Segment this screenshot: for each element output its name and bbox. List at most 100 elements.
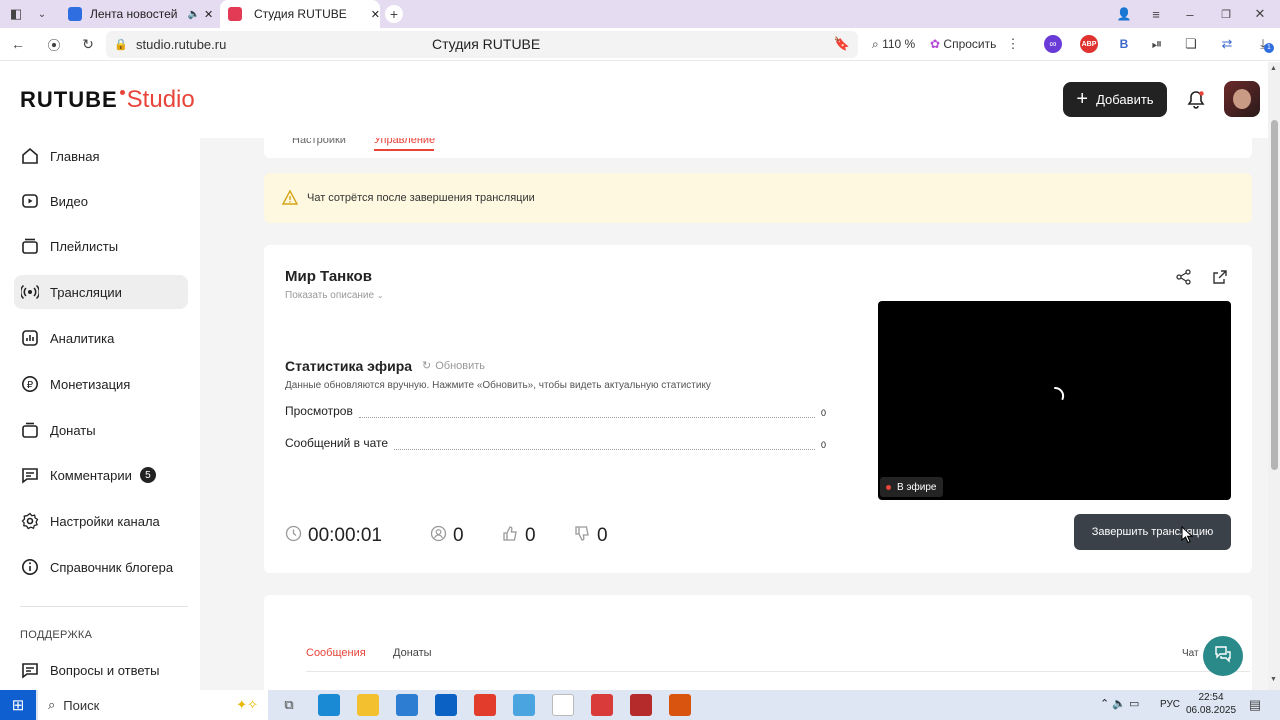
tab-close-icon[interactable]: ✕ <box>371 8 380 21</box>
page-scrollbar[interactable]: ▲ ▼ <box>1268 62 1280 690</box>
back-icon[interactable]: ← <box>10 36 26 52</box>
tab-news-feed[interactable]: Лента новостей 🔈 ✕ <box>58 0 216 28</box>
mouse-cursor-icon <box>1181 525 1194 549</box>
extension-ai-icon[interactable]: ∞ <box>1044 35 1062 53</box>
taskbar-search-label: Поиск <box>63 697 100 713</box>
info-icon <box>20 557 40 577</box>
adblock-icon[interactable]: ABP <box>1080 35 1098 53</box>
start-button[interactable]: ⊞ <box>0 690 36 720</box>
reload-icon[interactable]: ↻ <box>80 36 96 52</box>
tab-studio-rutube[interactable]: Студия RUTUBE ✕ <box>220 0 380 28</box>
media-icon[interactable]: ⏯ <box>1148 35 1166 53</box>
show-description-link[interactable]: Показать описание ⌄ <box>285 290 384 301</box>
chat-warning-banner: Чат сотрётся после завершения трансляции <box>264 173 1252 223</box>
notification-center-icon[interactable]: ▤ <box>1246 696 1264 714</box>
sidebar-item-label: Плейлисты <box>50 238 119 254</box>
zoom-icon: ⌕ <box>872 37 879 51</box>
more-icon[interactable]: ⋮ <box>1006 36 1020 52</box>
scrollbar-thumb[interactable] <box>1271 120 1278 470</box>
sidebar-item-streams[interactable]: Трансляции <box>14 275 188 309</box>
language-indicator[interactable]: РУС <box>1160 699 1180 710</box>
live-dot-icon <box>886 484 891 490</box>
sidebar-item-analytics[interactable]: Аналитика <box>14 321 188 355</box>
refresh-button[interactable]: ↻ Обновить <box>422 359 485 373</box>
chat-card: Сообщения Донаты Чат <box>264 595 1252 690</box>
tab-management[interactable]: Управление <box>374 138 435 146</box>
extension-translate-icon[interactable]: ⇄ <box>1218 35 1236 53</box>
chat-tab-donations[interactable]: Донаты <box>393 647 432 659</box>
sidebar-item-monetization[interactable]: ₽ Монетизация <box>14 367 188 401</box>
sidebar-item-home[interactable]: Главная <box>14 139 188 173</box>
app-taskbar-icon[interactable] <box>513 694 535 716</box>
yandex-taskbar-icon[interactable] <box>474 694 496 716</box>
warning-text: Чат сотрётся после завершения трансляции <box>307 192 535 204</box>
tab-list-icon[interactable]: ⌄ <box>34 6 50 22</box>
extension-b-icon[interactable]: B <box>1116 35 1132 53</box>
thumbs-down-icon <box>574 525 591 547</box>
game-taskbar-icon[interactable] <box>669 694 691 716</box>
end-stream-button[interactable]: Завершить трансляцию <box>1074 514 1231 550</box>
notifications-icon[interactable] <box>1184 88 1208 112</box>
edge-taskbar-icon[interactable] <box>318 694 340 716</box>
home-icon <box>20 146 40 166</box>
comments-icon <box>20 465 40 485</box>
speaker-icon[interactable]: 🔈 <box>188 9 200 20</box>
viewers-value: 0 <box>453 525 464 546</box>
sidebar-item-video[interactable]: Видео <box>14 184 188 218</box>
open-external-icon[interactable] <box>1212 269 1228 290</box>
protect-icon[interactable]: ⦿ <box>46 36 62 53</box>
sidebar-item-blogger-guide[interactable]: Справочник блогера <box>14 550 188 584</box>
tab-settings[interactable]: Настройки <box>292 138 346 146</box>
window-close-icon[interactable]: ✕ <box>1252 6 1268 22</box>
clock-time: 22:54 <box>1198 692 1224 703</box>
stream-preview-player[interactable]: В эфире <box>878 301 1231 500</box>
notepad-taskbar-icon[interactable] <box>552 694 574 716</box>
scroll-up-icon[interactable]: ▲ <box>1270 65 1277 72</box>
yandex-browser-taskbar-icon[interactable] <box>591 694 613 716</box>
show-description-text: Показать описание <box>285 290 375 301</box>
menu-icon[interactable]: ≡ <box>1148 6 1164 22</box>
sidebar-item-channel-settings[interactable]: Настройки канала <box>14 504 188 538</box>
sidebar-item-label: Аналитика <box>50 330 115 346</box>
add-button[interactable]: + Добавить <box>1063 82 1167 117</box>
minimize-icon[interactable]: – <box>1182 6 1198 22</box>
support-chat-button[interactable] <box>1203 636 1243 676</box>
viewer-icon <box>430 525 447 547</box>
sidebar-item-comments[interactable]: Комментарии 5 <box>14 458 188 492</box>
share-icon[interactable] <box>1176 269 1192 290</box>
avatar-face <box>1233 89 1251 109</box>
sidebar-item-label: Справочник блогера <box>50 559 174 575</box>
zoom-indicator[interactable]: ⌕ 110 % <box>872 37 915 52</box>
clock[interactable]: 22:54 06.08.2025 <box>1186 691 1236 717</box>
sidebar-item-label: Настройки канала <box>50 513 160 529</box>
taskbar-search[interactable]: ⌕ Поиск ✦✧ <box>38 690 268 720</box>
dotted-leader <box>358 410 815 418</box>
downloads-icon[interactable]: ⤓ 1 <box>1254 35 1274 53</box>
extension-b-text: B <box>1119 37 1129 51</box>
likes-count: 0 <box>502 525 536 547</box>
explorer-taskbar-icon[interactable] <box>357 694 379 716</box>
amd-taskbar-icon[interactable] <box>630 694 652 716</box>
tray-icons[interactable]: ⌃ 🔈 ▭ <box>1100 697 1139 710</box>
address-field[interactable]: 🔒 studio.rutube.ru Студия RUTUBE 🔖 <box>106 31 858 58</box>
tab-close-icon[interactable]: ✕ <box>204 8 213 21</box>
profile-icon[interactable]: 👤 <box>1116 6 1132 22</box>
sidebar-item-playlists[interactable]: Плейлисты <box>14 229 188 263</box>
outlook-taskbar-icon[interactable] <box>435 694 457 716</box>
collections-icon[interactable]: ❏ <box>1182 35 1200 53</box>
chat-tab-messages[interactable]: Сообщения <box>306 647 366 659</box>
sidebar-item-faq[interactable]: Вопросы и ответы <box>14 653 188 687</box>
scroll-down-icon[interactable]: ▼ <box>1270 676 1277 683</box>
task-view-icon[interactable]: ⧉ <box>278 694 300 716</box>
sidebar-item-donations[interactable]: Донаты <box>14 413 188 447</box>
rutube-studio-logo[interactable]: RUTUBE Studio <box>20 86 195 116</box>
bookmark-icon[interactable]: 🔖 <box>834 36 850 52</box>
store-taskbar-icon[interactable] <box>396 694 418 716</box>
new-tab-icon[interactable]: + <box>385 5 403 23</box>
sidebar-toggle-icon[interactable]: ◧ <box>8 6 24 22</box>
avatar[interactable] <box>1224 81 1260 117</box>
stats-title: Статистика эфира <box>285 358 413 374</box>
ask-button[interactable]: ✿ Спросить <box>930 37 996 51</box>
loading-spinner-icon <box>1044 385 1066 412</box>
restore-icon[interactable]: ❐ <box>1218 6 1234 22</box>
